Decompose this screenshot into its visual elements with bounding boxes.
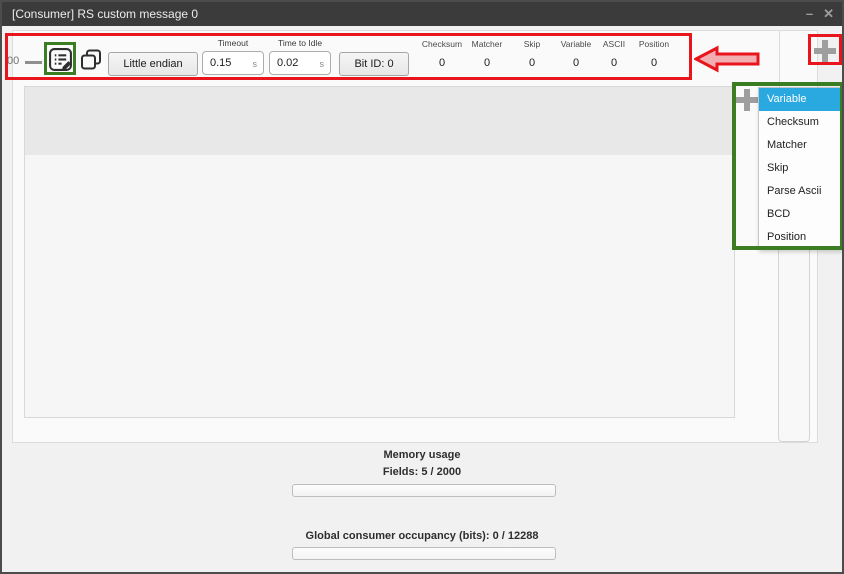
- time-to-idle-unit: s: [320, 59, 325, 69]
- time-to-idle-input[interactable]: 0.02 s: [269, 51, 331, 75]
- title-bar: [Consumer] RS custom message 0 – ✕: [2, 2, 842, 26]
- window-title: [Consumer] RS custom message 0: [12, 2, 198, 26]
- minimize-icon[interactable]: –: [806, 2, 813, 26]
- arrow-annotation: [694, 45, 760, 78]
- memory-usage-title: Memory usage: [2, 449, 842, 461]
- bit-id-button[interactable]: Bit ID: 0: [339, 52, 409, 76]
- time-to-idle-value: 0.02: [277, 57, 298, 69]
- fields-list-header-strip: [25, 87, 734, 155]
- time-to-idle-label: Time to Idle: [269, 38, 331, 48]
- add-field-icon[interactable]: [814, 40, 836, 62]
- timeout-unit: s: [253, 59, 258, 69]
- edit-fields-icon[interactable]: [48, 47, 73, 72]
- dropdown-item-skip[interactable]: Skip: [759, 157, 841, 180]
- add-dropdown-icon[interactable]: [736, 89, 758, 111]
- global-occupancy-label: Global consumer occupancy (bits): 0 / 12…: [2, 530, 842, 542]
- stat-value: 0: [626, 57, 682, 69]
- app-window: [Consumer] RS custom message 0 – ✕ 00 Li…: [0, 0, 844, 574]
- dropdown-item-variable[interactable]: Variable: [759, 88, 841, 111]
- close-icon[interactable]: ✕: [823, 2, 834, 26]
- timeout-label: Timeout: [202, 38, 264, 48]
- row-connector-line: [25, 61, 42, 64]
- toolbar-separator: [779, 31, 780, 90]
- dropdown-item-position[interactable]: Position: [759, 226, 841, 249]
- global-progress-bar: [292, 547, 556, 560]
- field-type-dropdown: Variable Checksum Matcher Skip Parse Asc…: [758, 87, 842, 250]
- copy-icon[interactable]: [79, 48, 103, 72]
- fields-progress-bar: [292, 484, 556, 497]
- message-row-index: 00: [7, 55, 19, 67]
- timeout-input[interactable]: 0.15 s: [202, 51, 264, 75]
- dropdown-item-bcd[interactable]: BCD: [759, 203, 841, 226]
- window-controls: – ✕: [806, 2, 834, 26]
- fields-count-label: Fields: 5 / 2000: [2, 466, 842, 478]
- dropdown-item-checksum[interactable]: Checksum: [759, 111, 841, 134]
- timeout-value: 0.15: [210, 57, 231, 69]
- fields-list-area[interactable]: [24, 86, 735, 418]
- stat-label: Position: [626, 39, 682, 49]
- dropdown-item-parse-ascii[interactable]: Parse Ascii: [759, 180, 841, 203]
- little-endian-button[interactable]: Little endian: [108, 52, 198, 76]
- dropdown-item-matcher[interactable]: Matcher: [759, 134, 841, 157]
- stat-position: Position 0: [626, 39, 682, 69]
